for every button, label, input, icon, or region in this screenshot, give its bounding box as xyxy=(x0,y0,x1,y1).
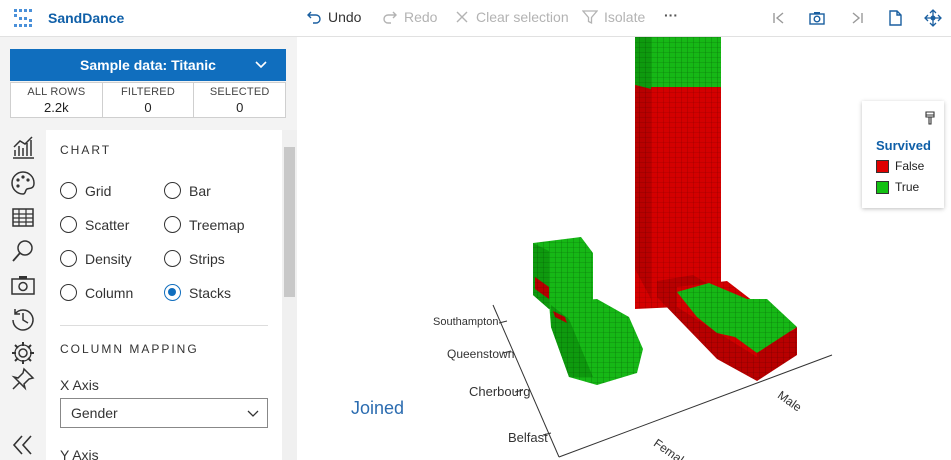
stacks-3d-chart[interactable] xyxy=(297,37,951,460)
undo-label: Undo xyxy=(328,9,362,25)
radio-label: Density xyxy=(85,250,132,267)
isolate-button[interactable]: Isolate xyxy=(582,9,645,25)
redo-button[interactable]: Redo xyxy=(382,9,437,25)
y-tick-label: Belfast xyxy=(508,430,548,445)
close-icon xyxy=(456,11,468,23)
radio-button[interactable] xyxy=(60,216,77,233)
x-axis-label: X Axis xyxy=(60,377,99,393)
radio-button-checked[interactable] xyxy=(164,284,181,301)
more-button[interactable]: ··· xyxy=(664,7,678,23)
female-stacks xyxy=(533,237,643,385)
legend-item-true[interactable]: True xyxy=(876,180,919,194)
camera-icon[interactable] xyxy=(808,9,826,27)
chart-type-grid[interactable]: Grid xyxy=(60,182,111,199)
radio-label: Column xyxy=(85,284,134,301)
search-icon[interactable] xyxy=(10,238,36,264)
selected-count: SELECTED 0 xyxy=(194,83,285,117)
sidebar: Sample data: Titanic ALL ROWS 2.2k FILTE… xyxy=(0,37,297,460)
all-rows-count: ALL ROWS 2.2k xyxy=(11,83,103,117)
count-value: 0 xyxy=(236,100,244,115)
radio-label: Strips xyxy=(189,250,225,267)
first-page-icon[interactable] xyxy=(770,9,788,27)
clear-selection-button[interactable]: Clear selection xyxy=(454,9,569,25)
chart-canvas[interactable]: Southampton Queenstown Cherbourg Belfast… xyxy=(297,37,951,460)
column-mapping-title: COLUMN MAPPING xyxy=(60,342,199,356)
redo-icon xyxy=(383,11,397,24)
divider xyxy=(60,325,268,326)
chart-type-column[interactable]: Column xyxy=(60,284,133,301)
x-axis-value: Gender xyxy=(71,405,118,421)
clear-selection-label: Clear selection xyxy=(476,9,569,25)
top-toolbar: SandDance Undo Redo Clear selection Isol… xyxy=(0,0,951,37)
radio-button[interactable] xyxy=(60,284,77,301)
filtered-count: FILTERED 0 xyxy=(103,83,195,117)
y-tick-label: Southampton xyxy=(433,316,499,328)
isolate-label: Isolate xyxy=(604,9,646,25)
legend: Survived False True xyxy=(862,101,944,208)
count-label: FILTERED xyxy=(121,86,175,98)
gear-icon[interactable] xyxy=(10,340,36,366)
undo-icon xyxy=(307,11,321,24)
radio-button[interactable] xyxy=(164,250,181,267)
filter-icon xyxy=(582,10,598,25)
radio-label: Bar xyxy=(189,182,211,199)
count-label: SELECTED xyxy=(209,86,270,98)
paint-icon[interactable] xyxy=(924,111,936,125)
count-value: 0 xyxy=(144,100,152,115)
legend-swatch xyxy=(876,180,889,194)
chart-section-title: CHART xyxy=(60,143,112,157)
radio-button[interactable] xyxy=(164,216,181,233)
radio-button[interactable] xyxy=(164,182,181,199)
next-page-icon[interactable] xyxy=(848,9,866,27)
chart-type-strips[interactable]: Strips xyxy=(164,250,225,267)
chart-type-bar[interactable]: Bar xyxy=(164,182,211,199)
y-tick-label: Queenstown xyxy=(447,347,515,361)
chart-type-scatter[interactable]: Scatter xyxy=(60,216,129,233)
pin-icon[interactable] xyxy=(10,366,36,392)
radio-label: Stacks xyxy=(189,284,232,301)
count-label: ALL ROWS xyxy=(27,86,86,98)
sidebar-icon-bar xyxy=(0,130,46,460)
axis-title: Joined xyxy=(351,398,405,418)
legend-item-false[interactable]: False xyxy=(876,159,924,173)
chart-type-density[interactable]: Density xyxy=(60,250,132,267)
row-counts: ALL ROWS 2.2k FILTERED 0 SELECTED 0 xyxy=(10,82,286,118)
count-value: 2.2k xyxy=(44,100,69,115)
collapse-icon[interactable] xyxy=(10,432,36,458)
chevron-down-icon xyxy=(247,410,259,417)
radio-label: Scatter xyxy=(85,216,130,233)
radio-button[interactable] xyxy=(60,250,77,267)
radio-label: Treemap xyxy=(189,216,245,233)
chart-icon[interactable] xyxy=(10,134,36,160)
chart-type-treemap[interactable]: Treemap xyxy=(164,216,245,233)
history-icon[interactable] xyxy=(10,306,36,332)
chevron-down-icon xyxy=(255,61,267,69)
chart-settings-panel: CHART Grid Bar Scatter Treemap Density S… xyxy=(46,130,282,460)
legend-label: False xyxy=(895,159,925,173)
move-icon[interactable] xyxy=(924,9,942,27)
app-title: SandDance xyxy=(48,10,125,26)
legend-swatch xyxy=(876,159,889,173)
sanddance-logo-icon[interactable] xyxy=(12,7,34,29)
scrollbar-thumb[interactable] xyxy=(284,147,295,297)
palette-icon[interactable] xyxy=(10,170,36,196)
y-tick-label: Cherbourg xyxy=(469,384,531,399)
document-icon[interactable] xyxy=(886,9,904,27)
table-icon[interactable] xyxy=(10,204,36,230)
male-tall-stack xyxy=(635,37,721,309)
radio-button[interactable] xyxy=(60,182,77,199)
x-axis-select[interactable]: Gender xyxy=(60,398,268,428)
radio-label: Grid xyxy=(85,182,112,199)
y-axis-label: Y Axis xyxy=(60,447,99,460)
legend-title: Survived xyxy=(876,138,931,153)
legend-label: True xyxy=(895,180,920,194)
sample-data-dropdown[interactable]: Sample data: Titanic xyxy=(10,49,286,81)
sample-data-label: Sample data: Titanic xyxy=(80,57,216,73)
redo-label: Redo xyxy=(404,9,438,25)
snapshot-icon[interactable] xyxy=(10,272,36,298)
undo-button[interactable]: Undo xyxy=(306,9,361,25)
chart-type-stacks[interactable]: Stacks xyxy=(164,284,231,301)
male-base-stack xyxy=(657,275,797,381)
